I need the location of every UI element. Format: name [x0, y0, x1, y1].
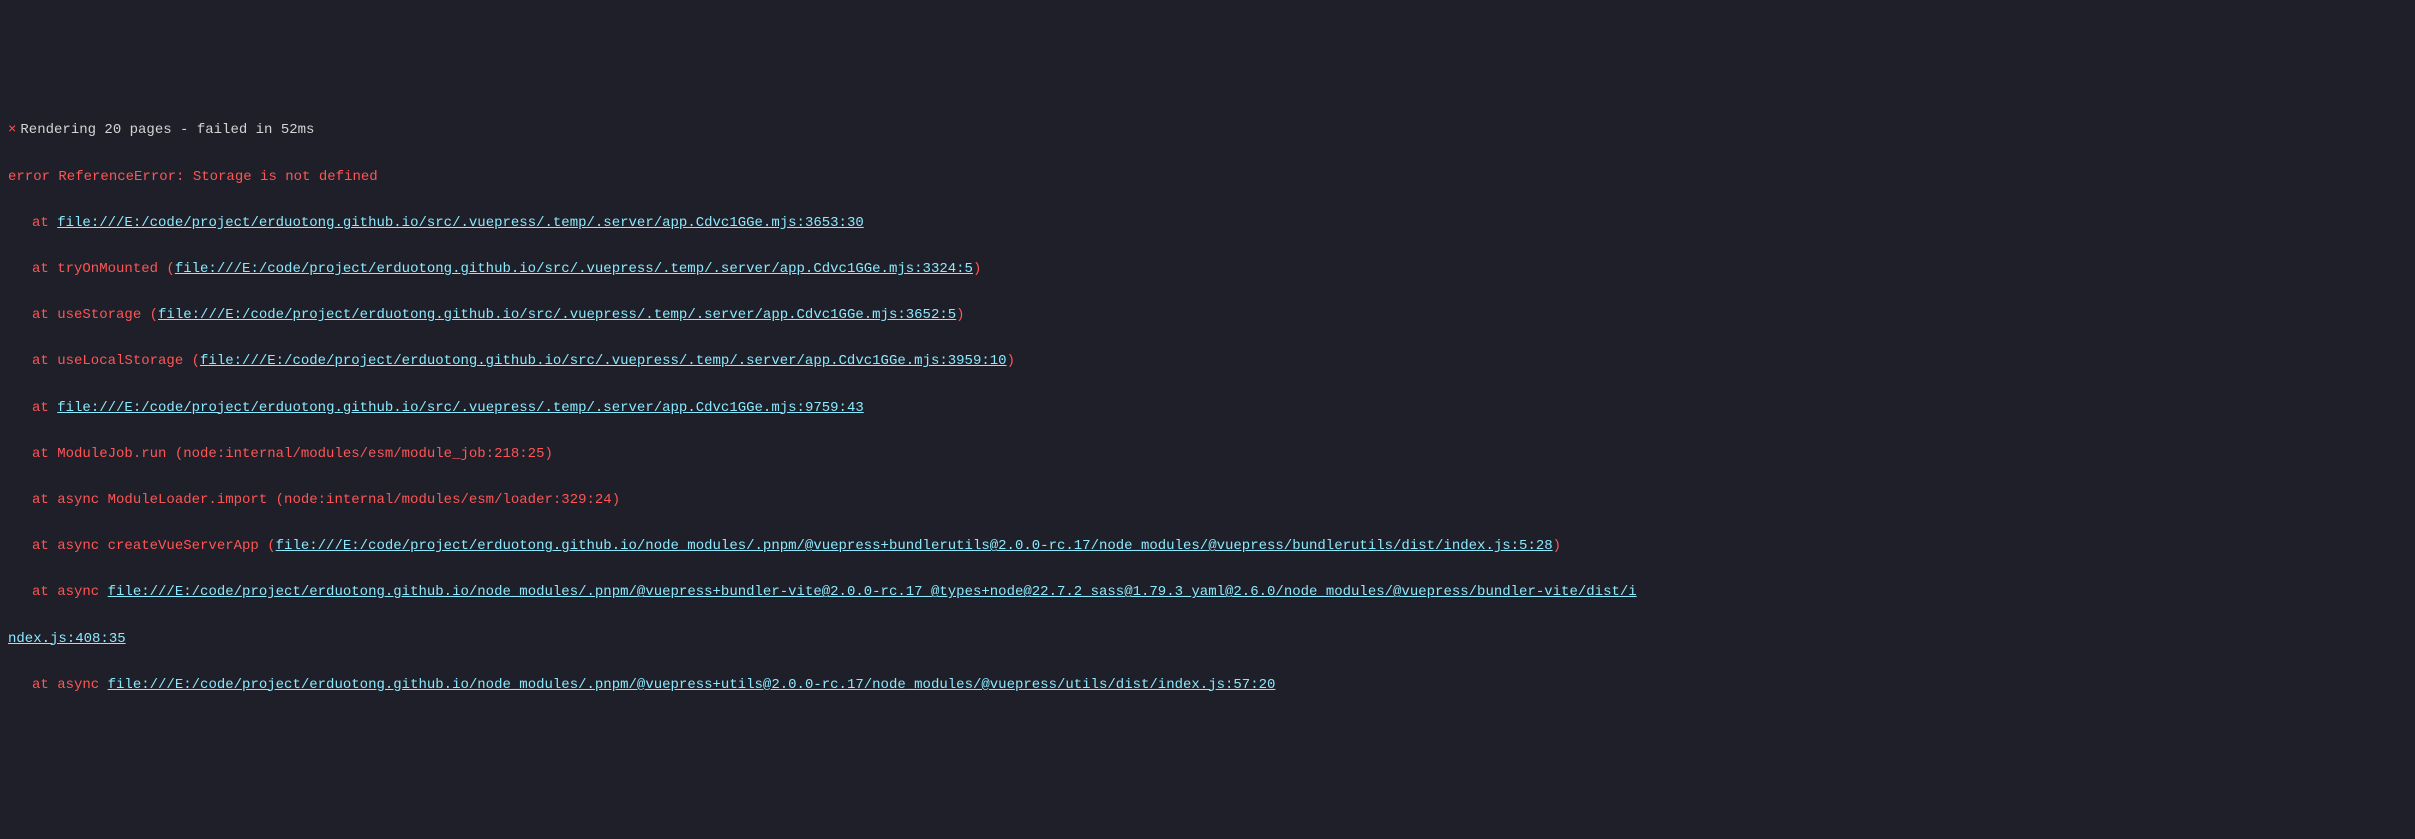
- error-message: error ReferenceError: Storage is not def…: [8, 166, 2407, 189]
- file-link[interactable]: file:///E:/code/project/erduotong.github…: [57, 215, 864, 231]
- status-line: ×Rendering 20 pages - failed in 52ms: [8, 119, 2407, 142]
- stack-prefix: at useLocalStorage (: [32, 353, 200, 369]
- file-link[interactable]: file:///E:/code/project/erduotong.github…: [200, 353, 1007, 369]
- file-link[interactable]: file:///E:/code/project/erduotong.github…: [108, 677, 1276, 693]
- stack-prefix: at tryOnMounted (: [32, 261, 175, 277]
- stack-suffix: ): [1553, 538, 1561, 554]
- stack-frame: at async file:///E:/code/project/erduoto…: [8, 674, 2407, 697]
- stack-prefix: at: [32, 215, 57, 231]
- file-link[interactable]: file:///E:/code/project/erduotong.github…: [108, 584, 1637, 600]
- stack-prefix: at async ModuleLoader.import (node:inter…: [32, 492, 620, 508]
- stack-frame: at tryOnMounted (file:///E:/code/project…: [8, 258, 2407, 281]
- stack-prefix: at async createVueServerApp (: [32, 538, 276, 554]
- stack-prefix: at useStorage (: [32, 307, 158, 323]
- file-link[interactable]: file:///E:/code/project/erduotong.github…: [276, 538, 1553, 554]
- stack-prefix: at async: [32, 584, 108, 600]
- stack-suffix: ): [973, 261, 981, 277]
- stack-frame: at ModuleJob.run (node:internal/modules/…: [8, 443, 2407, 466]
- stack-prefix: at: [32, 400, 57, 416]
- file-link[interactable]: file:///E:/code/project/erduotong.github…: [158, 307, 956, 323]
- stack-frame: at async file:///E:/code/project/erduoto…: [8, 581, 2407, 604]
- stack-frame: at file:///E:/code/project/erduotong.git…: [8, 397, 2407, 420]
- stack-frame: at useStorage (file:///E:/code/project/e…: [8, 304, 2407, 327]
- stack-frame: at async createVueServerApp (file:///E:/…: [8, 535, 2407, 558]
- stack-prefix: at async: [32, 677, 108, 693]
- terminal-output: ×Rendering 20 pages - failed in 52ms err…: [8, 96, 2407, 720]
- stack-suffix: ): [1007, 353, 1015, 369]
- stack-suffix: ): [956, 307, 964, 323]
- stack-prefix: at ModuleJob.run (node:internal/modules/…: [32, 446, 553, 462]
- file-link-continuation[interactable]: ndex.js:408:35: [8, 628, 2407, 651]
- stack-frame: at file:///E:/code/project/erduotong.git…: [8, 212, 2407, 235]
- file-link[interactable]: file:///E:/code/project/erduotong.github…: [57, 400, 864, 416]
- stack-frame: at useLocalStorage (file:///E:/code/proj…: [8, 350, 2407, 373]
- stack-frame: at async ModuleLoader.import (node:inter…: [8, 489, 2407, 512]
- fail-icon: ×: [8, 122, 16, 138]
- status-text: Rendering 20 pages - failed in 52ms: [20, 122, 314, 138]
- file-link[interactable]: file:///E:/code/project/erduotong.github…: [175, 261, 973, 277]
